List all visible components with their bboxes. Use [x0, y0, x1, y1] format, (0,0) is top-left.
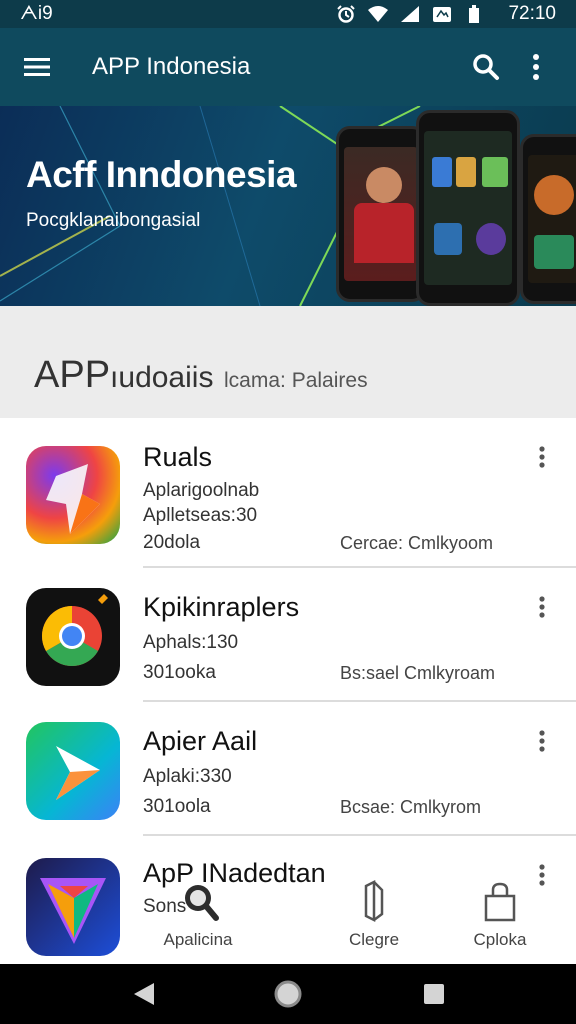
item-more-button[interactable] — [528, 442, 556, 472]
section-title-rest: ıudoaiis — [110, 361, 214, 394]
app-count: 301ooka — [143, 662, 216, 683]
app-count: 301oola — [143, 796, 211, 817]
system-nav-bar — [0, 964, 576, 1024]
tab-label: Clegre — [348, 930, 400, 949]
search-button[interactable] — [466, 47, 506, 87]
search-magnifier-icon — [185, 885, 219, 921]
tab-store[interactable]: Cploka — [440, 880, 560, 962]
browser-icon — [26, 588, 120, 686]
app-name: Apier Aail — [143, 726, 258, 756]
app-meta: Cercae: Cmlkyoom — [340, 533, 494, 553]
status-left-text: ᗅi9 — [20, 3, 53, 24]
app-meta: Bs:sael Cmlkyroam — [340, 663, 496, 683]
play-arrow-icon — [26, 722, 120, 820]
app-count: 20dola — [143, 532, 201, 553]
more-vert-icon — [539, 730, 545, 752]
wifi-icon — [368, 6, 389, 22]
screen: ᗅi9 72:10 APP Indonesia Acff Inndonesia … — [0, 0, 576, 1024]
status-time: 72:10 — [508, 3, 556, 24]
list-item[interactable]: Ruals Aplarigoolnab Aplletseas:30 20dola… — [0, 418, 576, 553]
section-header: APPıudoaiis lcama: Palaires — [0, 306, 576, 418]
home-circle-icon — [274, 980, 302, 1008]
overflow-menu-button[interactable] — [516, 47, 556, 87]
promo-banner[interactable]: Acff Inndonesia Pocgklanaibongasial — [0, 106, 576, 306]
item-more-button[interactable] — [528, 592, 556, 622]
status-icons: 72:10 — [336, 3, 556, 25]
divider — [143, 700, 576, 702]
signal-icon — [401, 6, 420, 22]
divider — [143, 834, 576, 836]
app-subtitle: Aplaki:330 — [143, 766, 232, 787]
tab-label: Apalicina — [163, 930, 233, 949]
section-title-main: APP — [34, 354, 111, 396]
bag-icon — [484, 882, 516, 922]
notification-icon — [433, 7, 452, 22]
app-bar: APP Indonesia — [0, 28, 576, 106]
section-title: APPıudoaiis lcama: Palaires — [34, 354, 368, 397]
phone-mockup-left — [336, 126, 426, 302]
app-subtitle: Aplarigoolnab — [143, 480, 260, 501]
hamburger-icon — [24, 58, 50, 76]
app-name: Kpikinraplers — [143, 592, 300, 622]
list-item[interactable]: Kpikinraplers Aphals:130 301ooka Bs:sael… — [0, 570, 576, 704]
app-subtitle: Aphals:130 — [143, 632, 239, 653]
more-vert-icon — [539, 446, 545, 468]
banner-title: Acff Inndonesia — [26, 154, 297, 195]
more-vert-icon — [533, 54, 539, 80]
back-button[interactable] — [128, 978, 160, 1010]
back-triangle-icon — [134, 983, 154, 1005]
phone-mockup-center — [416, 110, 520, 306]
shield-gem-icon — [26, 858, 120, 956]
tab-categories[interactable]: Clegre — [314, 880, 434, 962]
home-button[interactable] — [272, 978, 304, 1010]
item-more-button[interactable] — [528, 726, 556, 756]
colorful-star-icon — [26, 446, 120, 544]
banner-subtitle: Pocgklanaibongasial — [26, 210, 201, 231]
book-icon — [364, 880, 384, 923]
phone-mockup-right — [520, 134, 576, 304]
search-icon — [473, 54, 499, 80]
status-bar: ᗅi9 72:10 — [0, 0, 576, 28]
recents-button[interactable] — [418, 978, 450, 1010]
more-vert-icon — [539, 596, 545, 618]
alarm-icon — [337, 5, 356, 23]
app-detail: Aplletseas:30 — [143, 505, 258, 526]
menu-button[interactable] — [20, 50, 54, 84]
tab-apps[interactable]: Apalicina — [138, 880, 258, 962]
tab-label: Cploka — [473, 930, 527, 949]
section-title-small: lcama: Palaires — [224, 369, 368, 392]
list-item[interactable]: Apier Aail Aplaki:330 301oola Bcsae: Cml… — [0, 704, 576, 838]
recents-square-icon — [424, 984, 444, 1004]
app-meta: Bcsae: Cmlkyrom — [340, 797, 482, 817]
battery-icon — [469, 5, 480, 23]
divider — [143, 566, 576, 568]
app-bar-title: APP Indonesia — [92, 53, 251, 80]
app-name: Ruals — [143, 442, 213, 472]
